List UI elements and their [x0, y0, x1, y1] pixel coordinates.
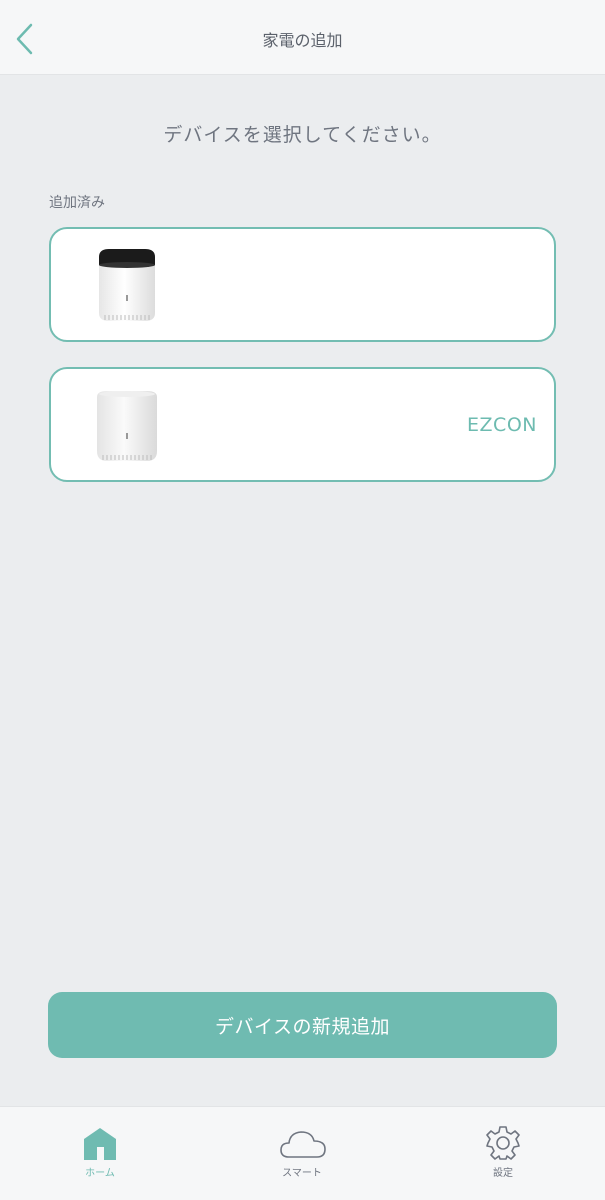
page-title: 家電の追加: [262, 31, 343, 50]
device-name: EZCON: [467, 414, 537, 436]
cloud-icon: [280, 1131, 326, 1158]
device-card[interactable]: [49, 227, 556, 342]
add-new-device-label: デバイスの新規追加: [215, 1015, 390, 1038]
header: 家電の追加: [0, 0, 605, 75]
device-card[interactable]: EZCON: [49, 367, 556, 482]
section-label-added: 追加済み: [49, 195, 105, 211]
rm-mini-white-icon: [97, 391, 157, 461]
select-device-prompt: デバイスを選択してください。: [163, 124, 442, 146]
tab-settings[interactable]: 設定: [448, 1107, 558, 1200]
tab-home-label: ホーム: [85, 1168, 115, 1179]
tab-smart[interactable]: スマート: [247, 1107, 357, 1200]
tab-bar: ホーム スマート 設定: [0, 1106, 605, 1200]
gear-icon: [486, 1126, 520, 1160]
tab-smart-label: スマート: [282, 1168, 322, 1179]
rm-mini-black-top-icon: [99, 249, 155, 321]
tab-home[interactable]: ホーム: [45, 1107, 155, 1200]
home-icon: [84, 1128, 116, 1160]
tab-settings-label: 設定: [493, 1168, 513, 1179]
add-new-device-button[interactable]: デバイスの新規追加: [48, 992, 557, 1058]
app-root: 家電の追加 デバイスを選択してください。 追加済み EZCON デバイスの新規追…: [0, 0, 605, 1200]
